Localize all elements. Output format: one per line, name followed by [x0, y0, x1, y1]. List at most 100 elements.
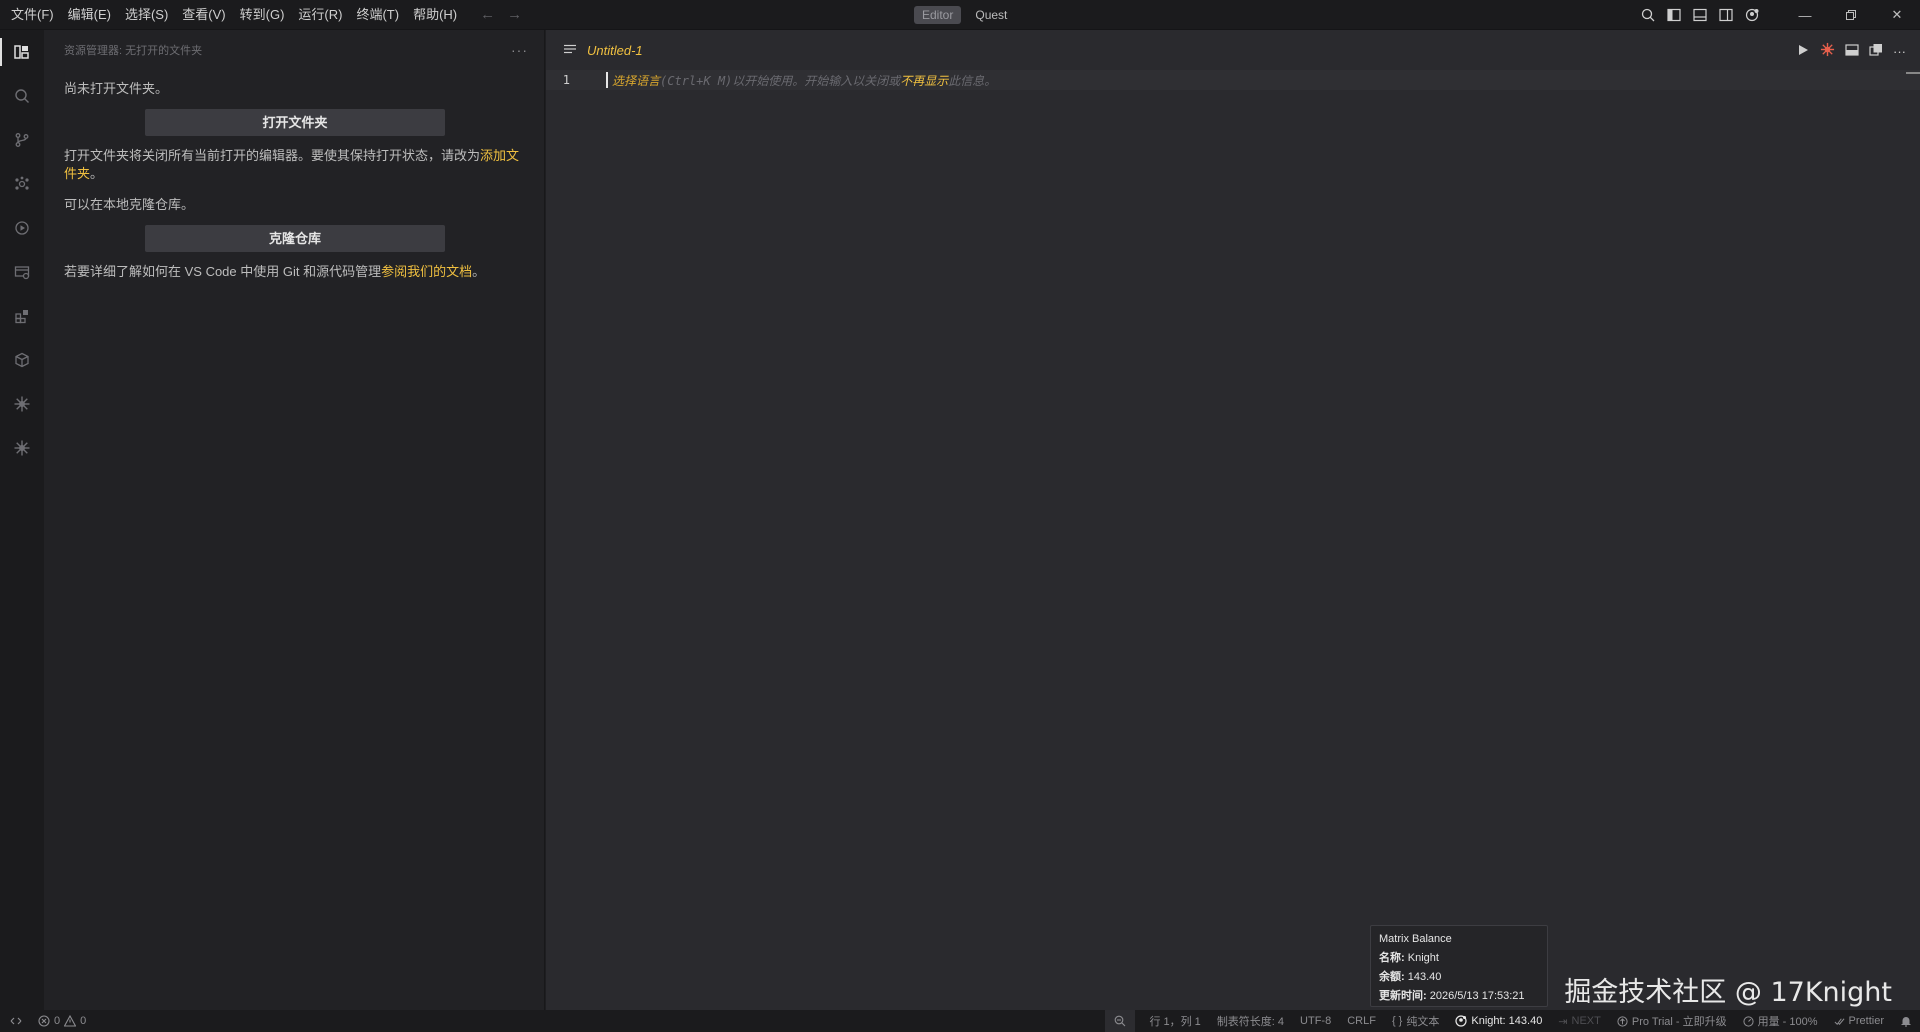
remote-icon[interactable] [0, 1010, 32, 1032]
activity-bar [0, 30, 44, 1010]
tooltip-name-value: Knight [1407, 952, 1439, 964]
docs-link[interactable]: 参阅我们的文档 [381, 264, 472, 279]
spark-secondary-icon[interactable] [0, 426, 44, 470]
more-actions-icon[interactable]: ··· [511, 42, 528, 58]
package-icon[interactable] [0, 338, 44, 382]
tooltip-updated-row: 更新时间: 2026/5/13 17:53:21 [1379, 987, 1539, 1006]
knight-balance[interactable]: Knight: 143.40 [1447, 1010, 1550, 1032]
close-notice-prefix: 打开文件夹将关闭所有当前打开的编辑器。要使其保持打开状态，请改为 [64, 148, 481, 163]
account-sync-icon[interactable] [1744, 7, 1760, 23]
close-icon[interactable]: ✕ [1874, 0, 1920, 30]
braces-icon: { } [1391, 1015, 1403, 1027]
menu-run[interactable]: 运行(R) [291, 0, 349, 30]
hint-text-1: (Ctrl+K M)以开始使用。开始输入以关闭或 [660, 73, 901, 88]
tab-untitled[interactable]: Untitled-1 [587, 43, 643, 58]
explorer-sidebar: 资源管理器: 无打开的文件夹 ··· 尚未打开文件夹。 打开文件夹 打开文件夹将… [44, 30, 545, 1010]
search-view-icon[interactable] [0, 74, 44, 118]
prettier-label: Prettier [1848, 1015, 1884, 1027]
back-arrow-icon[interactable]: ← [480, 6, 495, 23]
mode-quest-button[interactable]: Quest [967, 6, 1015, 24]
problems-indicator[interactable]: 0 0 [38, 1015, 86, 1027]
restore-icon[interactable] [1828, 0, 1874, 30]
editor-area: Untitled-1 ··· 1 选择语言(Ctrl+K M)以开始使用。开始输… [546, 30, 1920, 1010]
clone-repo-button[interactable]: 克隆仓库 [145, 225, 445, 252]
line-number: 1 [562, 73, 570, 87]
usage-label: 用量 - 100% [1757, 1016, 1818, 1028]
pro-trial[interactable]: Pro Trial - 立即升级 [1609, 1010, 1735, 1032]
menu-file[interactable]: 文件(F) [4, 0, 61, 30]
scrollbar-marker [1906, 72, 1920, 74]
dont-show-link[interactable]: 不再显示 [900, 74, 948, 88]
sidebar-header: 资源管理器: 无打开的文件夹 ··· [44, 30, 544, 70]
cursor-position[interactable]: 行 1，列 1 [1141, 1010, 1208, 1032]
forward-arrow-icon[interactable]: → [507, 6, 522, 23]
toggle-secondary-sidebar-icon[interactable] [1718, 7, 1734, 23]
sidebar-title: 资源管理器: 无打开的文件夹 [64, 45, 203, 57]
menu-selection[interactable]: 选择(S) [118, 0, 175, 30]
menu-edit[interactable]: 编辑(E) [61, 0, 118, 30]
knight-icon [1455, 1015, 1467, 1027]
learn-more-text: 若要详细了解如何在 VS Code 中使用 Git 和源代码管理参阅我们的文档。 [64, 263, 524, 281]
tooltip-balance-label: 余额: [1379, 971, 1405, 983]
tooltip-updated-label: 更新时间: [1379, 990, 1427, 1002]
tooltip-name-row: 名称: Knight [1379, 949, 1539, 968]
nav-arrows: ← → [480, 6, 522, 23]
status-right: 行 1，列 1 制表符长度: 4 UTF-8 CRLF { } 纯文本 Knigh… [1105, 1010, 1920, 1032]
menu-help[interactable]: 帮助(H) [406, 0, 464, 30]
run-debug-icon[interactable] [0, 206, 44, 250]
usage[interactable]: 用量 - 100% [1735, 1010, 1826, 1032]
extensions-icon[interactable] [0, 294, 44, 338]
spark-icon[interactable] [0, 382, 44, 426]
next-icon: ⇥ [1558, 1015, 1568, 1028]
menu-bar: 文件(F) 编辑(E) 选择(S) 查看(V) 转到(G) 运行(R) 终端(T… [0, 0, 464, 30]
split-panel-icon[interactable] [1845, 43, 1859, 60]
status-left: 0 0 [0, 1010, 86, 1032]
line-ending[interactable]: CRLF [1339, 1010, 1384, 1032]
source-control-icon[interactable] [0, 118, 44, 162]
tab-list-icon[interactable] [564, 44, 577, 56]
pro-trial-label: Pro Trial - 立即升级 [1631, 1016, 1727, 1028]
mode-editor-button[interactable]: Editor [914, 6, 962, 24]
more-editor-actions-icon[interactable]: ··· [1893, 44, 1906, 59]
tooltip-balance-row: 余额: 143.40 [1379, 968, 1539, 987]
title-actions [1640, 0, 1760, 30]
zoom-icon[interactable] [1105, 1010, 1136, 1032]
title-bar: 文件(F) 编辑(E) 选择(S) 查看(V) 转到(G) 运行(R) 终端(T… [0, 0, 1920, 30]
window-controls: — ✕ [1782, 0, 1920, 30]
menu-terminal[interactable]: 终端(T) [349, 0, 406, 30]
prettier[interactable]: Prettier [1826, 1010, 1892, 1032]
status-bar: 0 0 行 1，列 1 制表符长度: 4 UTF-8 CRLF { } 纯文本 K… [0, 1010, 1920, 1032]
agents-icon[interactable] [0, 162, 44, 206]
language-label: 纯文本 [1406, 1016, 1440, 1028]
explorer-icon[interactable] [0, 30, 44, 74]
no-folder-text: 尚未打开文件夹。 [64, 81, 169, 96]
close-notice-text: 打开文件夹将关闭所有当前打开的编辑器。要使其保持打开状态，请改为添加文件夹。 [64, 147, 524, 183]
code-line-1[interactable]: 1 选择语言(Ctrl+K M)以开始使用。开始输入以关闭或不再显示此信息。 [546, 70, 1920, 90]
balance-tooltip: Matrix Balance 名称: Knight 余额: 143.40 更新时… [1370, 925, 1548, 1007]
menu-go[interactable]: 转到(G) [233, 0, 292, 30]
menu-view[interactable]: 查看(V) [175, 0, 232, 30]
mode-switch: Editor Quest [914, 5, 1015, 25]
empty-editor-hint: 选择语言(Ctrl+K M)以开始使用。开始输入以关闭或不再显示此信息。 [612, 72, 996, 89]
encoding[interactable]: UTF-8 [1292, 1010, 1339, 1032]
remote-explorer-icon[interactable] [0, 250, 44, 294]
tooltip-title: Matrix Balance [1379, 933, 1452, 945]
tab-size[interactable]: 制表符长度: 4 [1209, 1010, 1292, 1032]
notifications-bell-icon[interactable] [1892, 1010, 1920, 1032]
toggle-sidebar-icon[interactable] [1666, 7, 1682, 23]
editor-tabs: Untitled-1 ··· [546, 30, 1920, 70]
sidebar-body: 尚未打开文件夹。 打开文件夹 打开文件夹将关闭所有当前打开的编辑器。要使其保持打… [44, 70, 544, 281]
open-folder-button[interactable]: 打开文件夹 [145, 109, 445, 136]
language-mode[interactable]: { } 纯文本 [1384, 1010, 1447, 1032]
copy-window-icon[interactable] [1869, 43, 1883, 60]
search-icon[interactable] [1640, 7, 1656, 23]
debug-spark-icon[interactable] [1820, 42, 1835, 60]
minimize-icon[interactable]: — [1782, 0, 1828, 30]
knight-balance-label: Knight: 143.40 [1471, 1015, 1543, 1027]
next-indicator[interactable]: ⇥ NEXT [1550, 1010, 1609, 1032]
run-icon[interactable] [1796, 43, 1810, 60]
usage-gauge-icon [1743, 1015, 1754, 1027]
toggle-panel-icon[interactable] [1692, 7, 1708, 23]
select-language-link[interactable]: 选择语言 [612, 74, 660, 88]
tooltip-name-label: 名称: [1379, 952, 1405, 964]
